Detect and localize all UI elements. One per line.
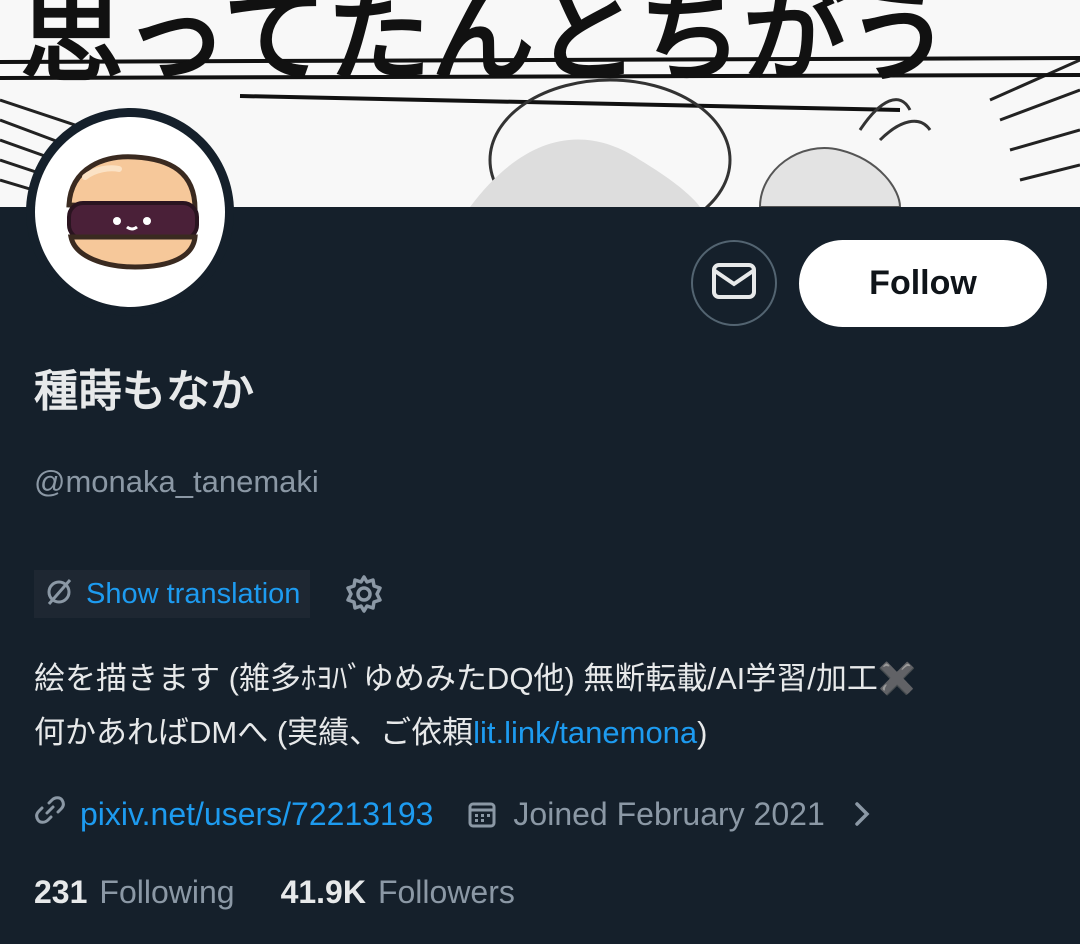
banner-lettering: 思ってたんとちがう <box>20 0 951 97</box>
envelope-icon <box>711 261 757 306</box>
bio-line-2: 何かあればDMへ (実績、ご依頼lit.link/tanemona) <box>34 706 1054 760</box>
link-icon <box>34 794 66 834</box>
follow-button[interactable]: Follow <box>799 240 1047 327</box>
followers-stat[interactable]: 41.9K Followers <box>281 874 515 911</box>
avatar-image <box>35 117 225 307</box>
chevron-right-icon[interactable] <box>853 800 871 828</box>
bio-line-1: 絵を描きます (雑多ﾎﾖﾊﾞゆめみたDQ他) 無断転載/AI学習/加工✖️ <box>34 661 917 696</box>
bio-line-2-close: ) <box>697 715 708 750</box>
show-translation-label: Show translation <box>86 577 301 610</box>
profile-bio: 絵を描きます (雑多ﾎﾖﾊﾞゆめみたDQ他) 無断転載/AI学習/加工✖️ 何か… <box>34 652 1054 760</box>
follow-stats: 231 Following 41.9K Followers <box>34 866 515 918</box>
followers-label: Followers <box>377 873 515 910</box>
following-label: Following <box>99 873 235 910</box>
message-button[interactable] <box>691 240 777 326</box>
joined-date: Joined February 2021 <box>513 795 825 832</box>
translate-icon <box>44 577 74 612</box>
followers-count: 41.9K <box>280 873 366 910</box>
display-name: 種蒔もなか <box>34 367 254 416</box>
bio-link[interactable]: lit.link/tanemona <box>473 715 697 750</box>
bio-line-2-text: 何かあればDMへ (実績、ご依頼 <box>34 715 474 750</box>
avatar[interactable] <box>26 108 234 316</box>
gear-icon[interactable] <box>344 574 384 614</box>
translation-row: Show translation <box>34 570 384 618</box>
website-link[interactable]: pixiv.net/users/72213193 <box>80 796 433 833</box>
show-translation-button[interactable]: Show translation <box>34 570 311 618</box>
user-handle: @monaka_tanemaki <box>34 464 319 499</box>
profile-meta: pixiv.net/users/72213193 Joined February… <box>34 788 871 840</box>
following-stat[interactable]: 231 Following <box>34 874 235 911</box>
following-count: 231 <box>34 873 88 910</box>
calendar-icon <box>467 799 497 829</box>
